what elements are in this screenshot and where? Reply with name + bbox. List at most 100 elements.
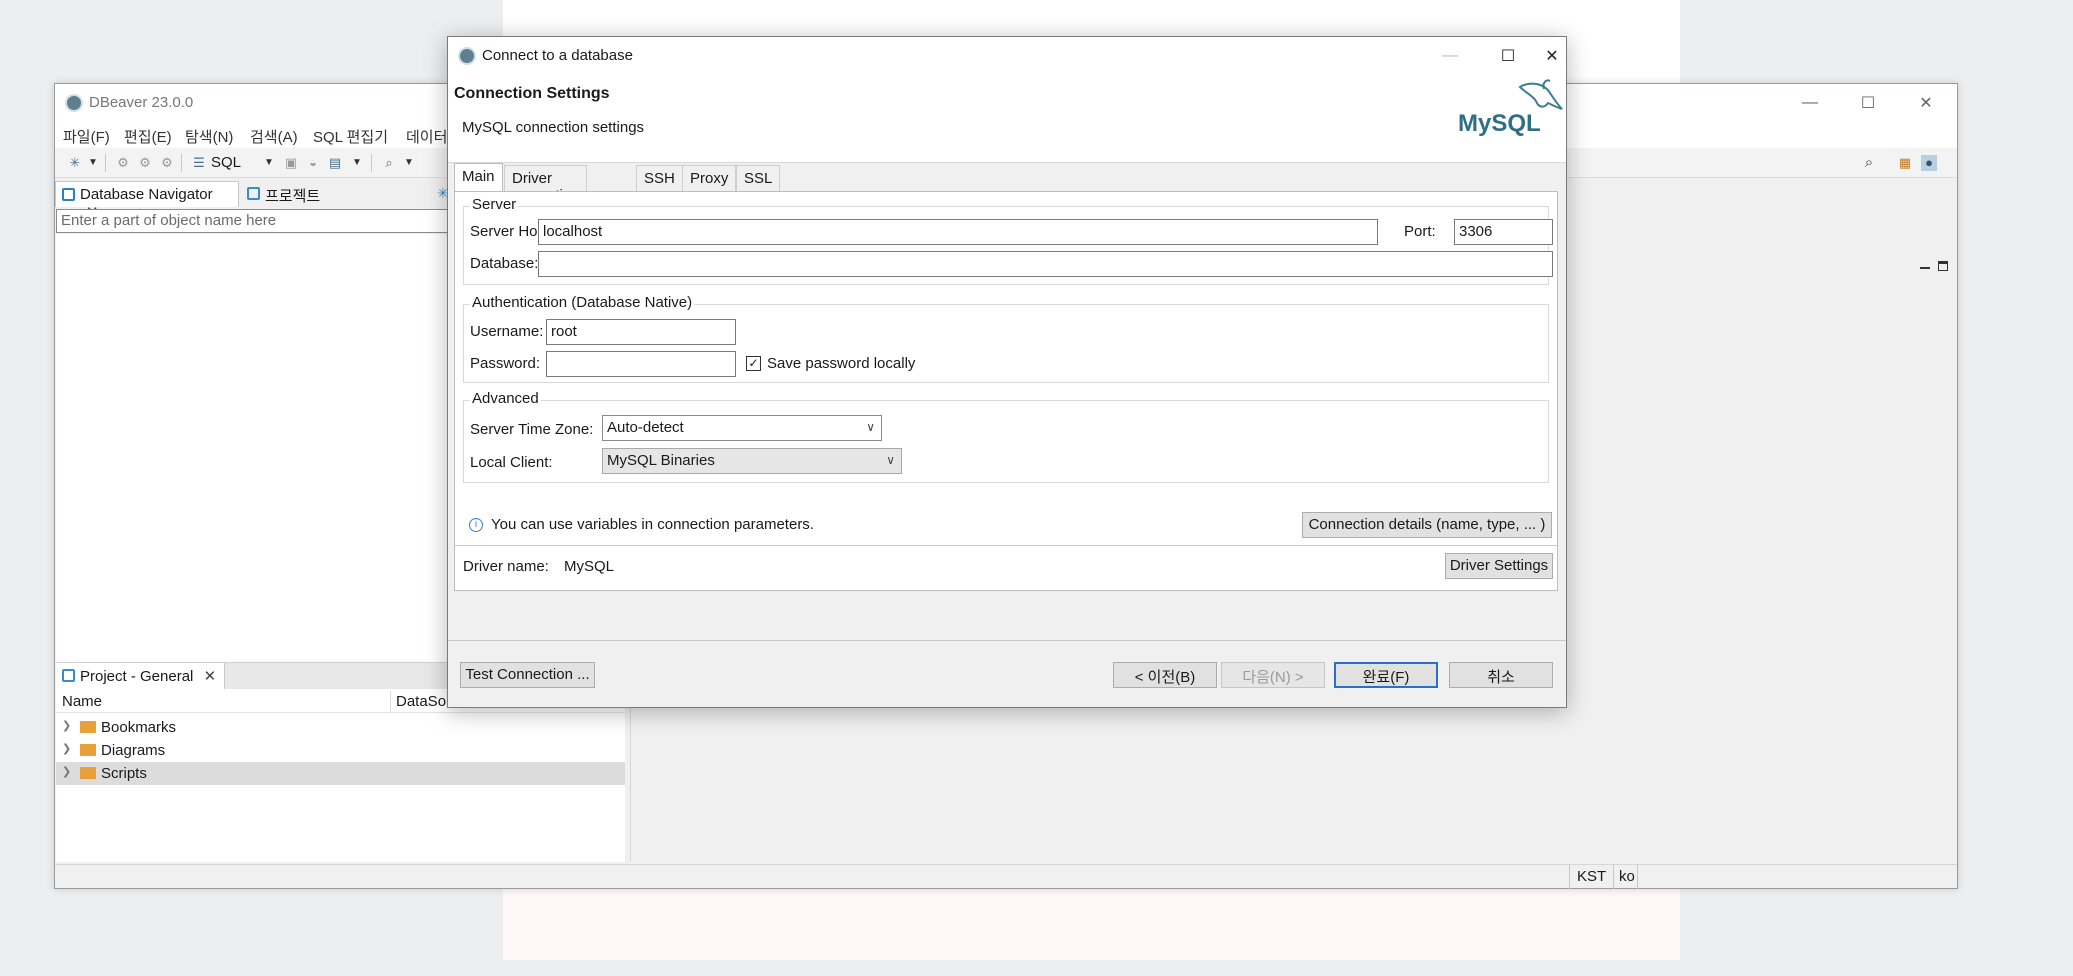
menu-navigate[interactable]: 탐색(N) [185, 126, 233, 147]
tab-database-navigator-label: Database Navigator [80, 186, 213, 203]
tab-ssl[interactable]: SSL [736, 165, 781, 191]
connection-details-button[interactable]: Connection details (name, type, ... ) [1302, 512, 1552, 538]
tab-project-general-label: Project - General [80, 668, 194, 685]
connect-dialog: Connect to a database — ☐ ✕ Connection S… [447, 36, 1567, 708]
new-connection-icon[interactable]: ✳ [67, 155, 83, 171]
database-icon[interactable]: ▤ [327, 155, 343, 171]
lock-icon[interactable]: ▣ [283, 155, 299, 171]
list-item[interactable]: ❯ Diagrams [56, 739, 625, 762]
dbeaver-perspective-icon[interactable]: ● [1921, 155, 1937, 171]
invalidate-icon[interactable]: ⚙ [159, 155, 175, 171]
menu-data[interactable]: 데이터 [406, 126, 447, 147]
database-input[interactable] [538, 251, 1553, 277]
navigator-filter-input[interactable]: Enter a part of object name here [56, 209, 449, 233]
tab-database-navigator[interactable]: Database Navigator ✕ [55, 181, 239, 221]
project-icon [62, 669, 75, 682]
driver-settings-button[interactable]: Driver Settings [1445, 553, 1553, 579]
tab-project-general[interactable]: Project - General ✕ [56, 663, 226, 689]
timezone-select[interactable]: Auto-detect ∨ [602, 415, 882, 441]
main-window-title: DBeaver 23.0.0 [89, 94, 194, 111]
search-icon[interactable]: ⌕ [381, 155, 397, 171]
tab-projects[interactable]: 프로젝트 [241, 181, 361, 207]
dbeaver-logo-icon [65, 94, 83, 112]
sql-button-label[interactable]: SQL [211, 154, 241, 171]
finish-button[interactable]: 완료(F) [1334, 662, 1438, 688]
driver-name-label: Driver name: [463, 558, 549, 575]
username-input[interactable]: root [546, 319, 736, 345]
chevron-down-icon[interactable]: ▼ [401, 155, 417, 171]
driver-name-value: MySQL [564, 558, 615, 575]
test-connection-button[interactable]: Test Connection ... [460, 662, 595, 688]
column-name[interactable]: Name [62, 693, 102, 710]
server-group-label: Server [470, 196, 519, 213]
disconnect-icon[interactable]: ⚙ [137, 155, 153, 171]
tab-driver-properties[interactable]: Driver properties [504, 165, 587, 204]
database-label: Database: [470, 255, 539, 272]
info-icon: i [469, 518, 483, 532]
tab-projects-label: 프로젝트 [265, 188, 321, 205]
next-button: 다음(N) > [1221, 662, 1325, 688]
page-title: Connection Settings [454, 85, 610, 102]
timezone-label: Server Time Zone: [470, 421, 594, 438]
tab-proxy[interactable]: Proxy [682, 165, 737, 191]
sql-editor-icon[interactable]: ☰ [191, 155, 207, 171]
close-icon[interactable]: ✕ [204, 668, 217, 685]
main-tab-panel: Server Server Host: localhost Port: 3306… [454, 191, 1558, 591]
dashboard-icon[interactable]: ◒ [305, 155, 321, 171]
search-icon[interactable]: ⌕ [1861, 155, 1877, 171]
close-icon[interactable]: ✕ [1897, 84, 1955, 122]
chevron-down-icon: ∨ [866, 420, 875, 434]
timezone-value: Auto-detect [607, 419, 684, 436]
chevron-down-icon[interactable]: ▼ [349, 155, 365, 171]
authentication-group-label: Authentication (Database Native) [470, 294, 695, 311]
navigator-tree[interactable] [56, 234, 449, 734]
diagrams-folder-icon [80, 744, 96, 756]
chevron-right-icon[interactable]: ❯ [62, 719, 71, 732]
section-divider [455, 545, 1557, 546]
mysql-logo: MySQL [1458, 79, 1563, 137]
chevron-right-icon[interactable]: ❯ [62, 765, 71, 778]
connect-icon[interactable]: ⚙ [115, 155, 131, 171]
variables-info-text: You can use variables in connection para… [491, 516, 814, 533]
chevron-right-icon[interactable]: ❯ [62, 742, 71, 755]
advanced-group: Advanced Server Time Zone: Auto-detect ∨… [463, 390, 1549, 483]
chevron-down-icon[interactable]: ▼ [261, 155, 277, 171]
menu-file[interactable]: 파일(F) [63, 126, 110, 147]
maximize-icon[interactable]: ☐ [1839, 84, 1897, 122]
local-client-value: MySQL Binaries [607, 452, 715, 469]
minimize-view-icon[interactable] [1920, 267, 1930, 269]
project-icon [247, 187, 260, 200]
dialog-header: Connection Settings MySQL connection set… [448, 37, 1566, 163]
chevron-down-icon[interactable]: ▼ [85, 155, 101, 171]
back-button[interactable]: < 이전(B) [1113, 662, 1217, 688]
username-label: Username: [470, 323, 544, 340]
cancel-button[interactable]: 취소 [1449, 662, 1553, 688]
menu-edit[interactable]: 편집(E) [124, 126, 172, 147]
database-icon [62, 188, 75, 201]
local-client-label: Local Client: [470, 454, 553, 471]
menu-search[interactable]: 검색(A) [250, 126, 298, 147]
maximize-view-icon[interactable] [1938, 261, 1948, 271]
column-datasource[interactable]: DataSou [396, 693, 454, 710]
password-input[interactable] [546, 351, 736, 377]
perspective-icon[interactable]: ▦ [1897, 155, 1913, 171]
list-item[interactable]: ❯ Bookmarks [56, 716, 625, 739]
port-input[interactable]: 3306 [1454, 219, 1553, 245]
menu-sql-editor[interactable]: SQL 편집기 [313, 126, 388, 147]
navigator-tabs: Database Navigator ✕ 프로젝트 ✳ [55, 181, 449, 221]
local-client-select[interactable]: MySQL Binaries ∨ [602, 448, 902, 474]
chevron-down-icon: ∨ [886, 453, 895, 467]
tab-ssh[interactable]: SSH [636, 165, 683, 191]
bookmarks-folder-icon [80, 721, 96, 733]
save-password-label[interactable]: Save password locally [767, 355, 915, 372]
status-bar: KST ko [55, 864, 1957, 889]
list-item[interactable]: ❯ Scripts [56, 762, 625, 785]
footer-divider [448, 640, 1566, 641]
advanced-group-label: Advanced [470, 390, 541, 407]
server-host-input[interactable]: localhost [538, 219, 1378, 245]
minimize-icon[interactable]: — [1781, 84, 1839, 122]
server-group: Server Server Host: localhost Port: 3306… [463, 196, 1553, 285]
tab-main[interactable]: Main [454, 163, 503, 191]
save-password-checkbox[interactable]: ✓ [746, 356, 761, 371]
authentication-group: Authentication (Database Native) Usernam… [463, 294, 1549, 383]
